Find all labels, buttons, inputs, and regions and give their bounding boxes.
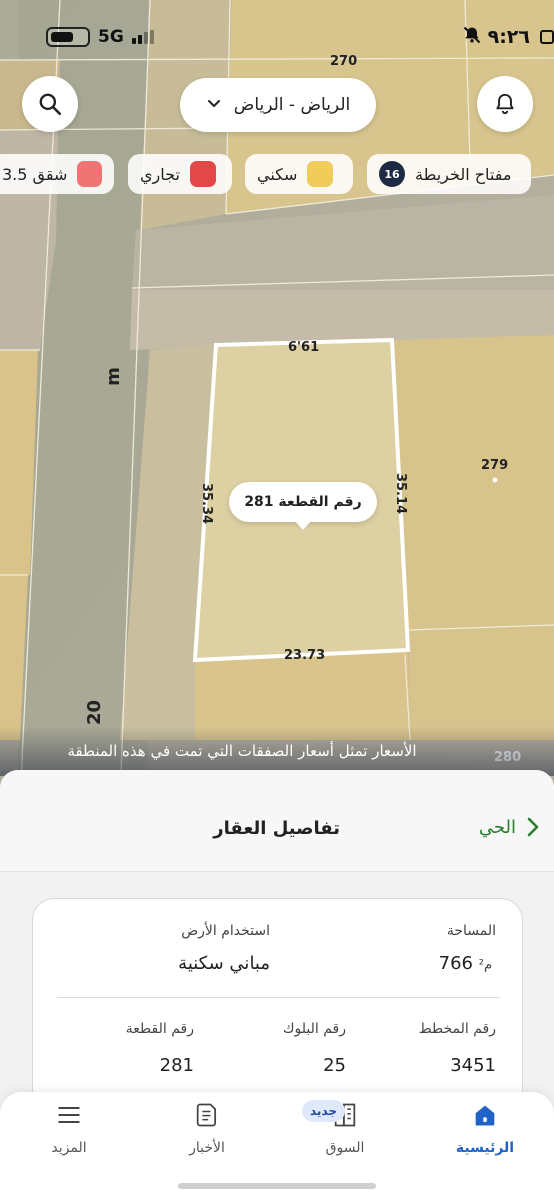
legend-chip-commercial[interactable]: تجاري — [128, 154, 232, 194]
area-label: المساحة — [446, 923, 496, 939]
land-use-label: استخدام الأرض — [181, 923, 270, 939]
notifications-button[interactable] — [477, 76, 533, 132]
plan-number-label: رقم المخطط — [418, 1021, 496, 1037]
street-label-20: 20 — [84, 699, 106, 726]
dimension-left: 35.34 — [199, 482, 215, 525]
menu-icon — [54, 1100, 84, 1130]
card-divider — [57, 997, 500, 998]
land-use-value: مباني سكنية — [178, 953, 270, 974]
map-legend-button[interactable]: 16 مفتاح الخريطة — [367, 154, 531, 194]
city-selector[interactable]: الرياض - الرياض — [180, 78, 376, 132]
status-bar-left: 5G — [46, 22, 154, 52]
price-disclaimer: الأسعار تمثل أسعار الصفقات التي تمت في ه… — [0, 726, 554, 776]
dimension-top: 6'61 — [288, 340, 320, 355]
bell-icon — [496, 93, 514, 115]
status-bar-right: ٩:٢٦ — [462, 22, 554, 52]
legend-chip-label: تجاري — [140, 164, 180, 184]
mute-bell-icon — [462, 25, 482, 50]
dimension-bottom: 23.73 — [284, 648, 326, 663]
chevron-right-icon — [527, 817, 539, 837]
plot-number-value: 281 — [159, 1055, 194, 1076]
district-link-label: الحي — [478, 816, 516, 838]
commercial-swatch — [189, 161, 216, 187]
block-number-value: 25 — [323, 1055, 346, 1076]
dimension-right: 35.14 — [393, 472, 409, 515]
plot-number-label: رقم القطعة — [125, 1021, 194, 1037]
area-number: 766 — [438, 953, 473, 974]
news-icon — [192, 1100, 222, 1130]
tab-home[interactable]: الرئيسية — [430, 1100, 540, 1164]
sheet-header: تفاصيل العقار الحي — [0, 770, 554, 872]
tab-news[interactable]: الأخبار — [152, 1100, 262, 1164]
parcel-number-right: 279 — [481, 458, 509, 473]
block-number-label: رقم البلوك — [282, 1021, 346, 1037]
new-badge: جديد — [302, 1100, 346, 1122]
city-selector-label: الرياض - الرياض — [233, 95, 351, 115]
plan-number-value: 3451 — [450, 1055, 496, 1076]
search-button[interactable] — [22, 76, 78, 132]
network-label: 5G — [98, 27, 124, 47]
tab-label: السوق — [325, 1140, 365, 1156]
area-value: 766 م² — [439, 953, 496, 974]
legend-chip-label: شقق 3.5 — [2, 164, 68, 184]
district-link[interactable]: الحي — [479, 816, 540, 838]
tab-label: المزيد — [51, 1140, 87, 1156]
sheet-title: تفاصيل العقار — [213, 818, 340, 839]
apartments-swatch — [77, 161, 102, 187]
parcel-number-top: 270 — [330, 54, 358, 69]
home-icon — [470, 1100, 500, 1130]
street-label-m: m — [102, 367, 124, 386]
battery-icon — [46, 27, 90, 47]
residential-swatch — [307, 161, 334, 187]
plot-number-bubble[interactable]: رقم القطعة 281 — [229, 482, 377, 530]
signal-icon — [131, 30, 154, 44]
tab-more[interactable]: المزيد — [14, 1100, 124, 1164]
home-indicator — [178, 1183, 376, 1189]
map-view[interactable]: 270 279 280 6'61 23.73 35.14 35.34 m 20 … — [0, 0, 554, 800]
legend-key-label: مفتاح الخريطة — [415, 164, 512, 184]
legend-chip-residential[interactable]: سكني — [245, 154, 353, 194]
tab-label: الرئيسية — [455, 1140, 515, 1156]
chevron-down-icon — [206, 95, 222, 116]
tab-label: الأخبار — [189, 1140, 225, 1156]
search-icon — [39, 93, 62, 116]
legend-chip-apartments[interactable]: شقق 3.5 — [0, 154, 114, 194]
clock: ٩:٢٦ — [487, 26, 530, 48]
legend-count-badge: 16 — [379, 161, 405, 187]
legend-chip-label: سكني — [257, 164, 298, 184]
area-unit: م² — [478, 958, 492, 973]
extra-status-icon — [540, 30, 554, 44]
